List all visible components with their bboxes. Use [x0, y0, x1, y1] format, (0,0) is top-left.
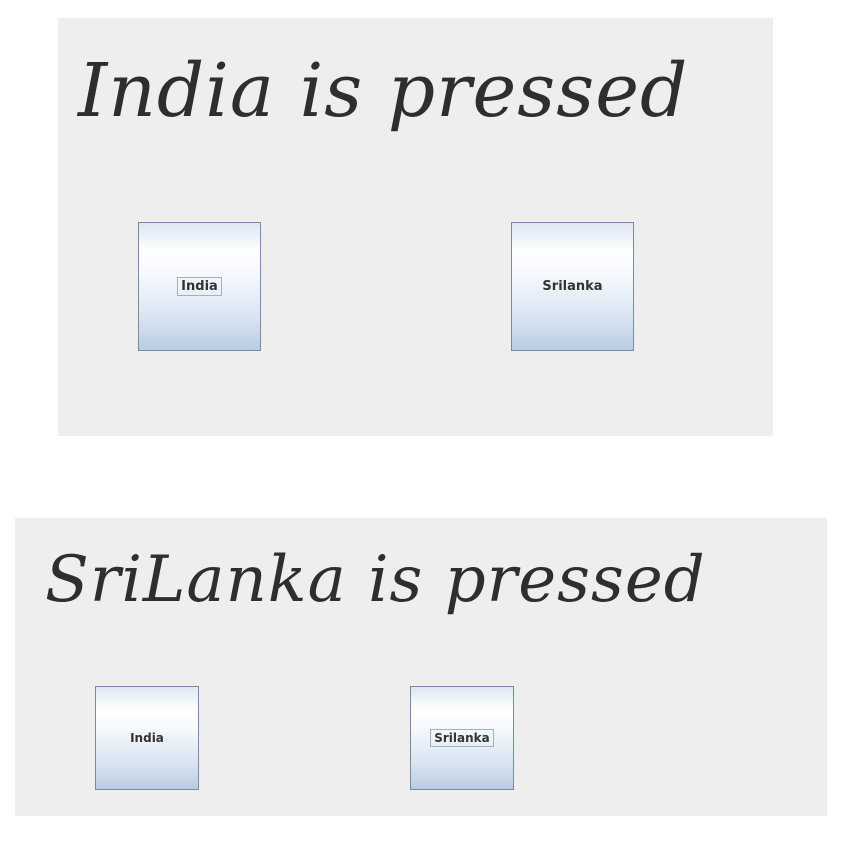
india-button-label: India: [177, 277, 222, 296]
india-button-label: India: [130, 731, 164, 745]
app-panel-india-pressed: India is pressed India Srilanka: [58, 18, 773, 436]
app-panel-srilanka-pressed: SriLanka is pressed India Srilanka: [15, 518, 827, 816]
srilanka-button[interactable]: Srilanka: [410, 686, 514, 790]
srilanka-button-label: Srilanka: [430, 729, 494, 747]
status-label: SriLanka is pressed: [45, 543, 706, 617]
status-label: India is pressed: [78, 48, 689, 134]
srilanka-button-label: Srilanka: [542, 279, 603, 294]
srilanka-button[interactable]: Srilanka: [511, 222, 634, 351]
india-button[interactable]: India: [95, 686, 199, 790]
india-button[interactable]: India: [138, 222, 261, 351]
